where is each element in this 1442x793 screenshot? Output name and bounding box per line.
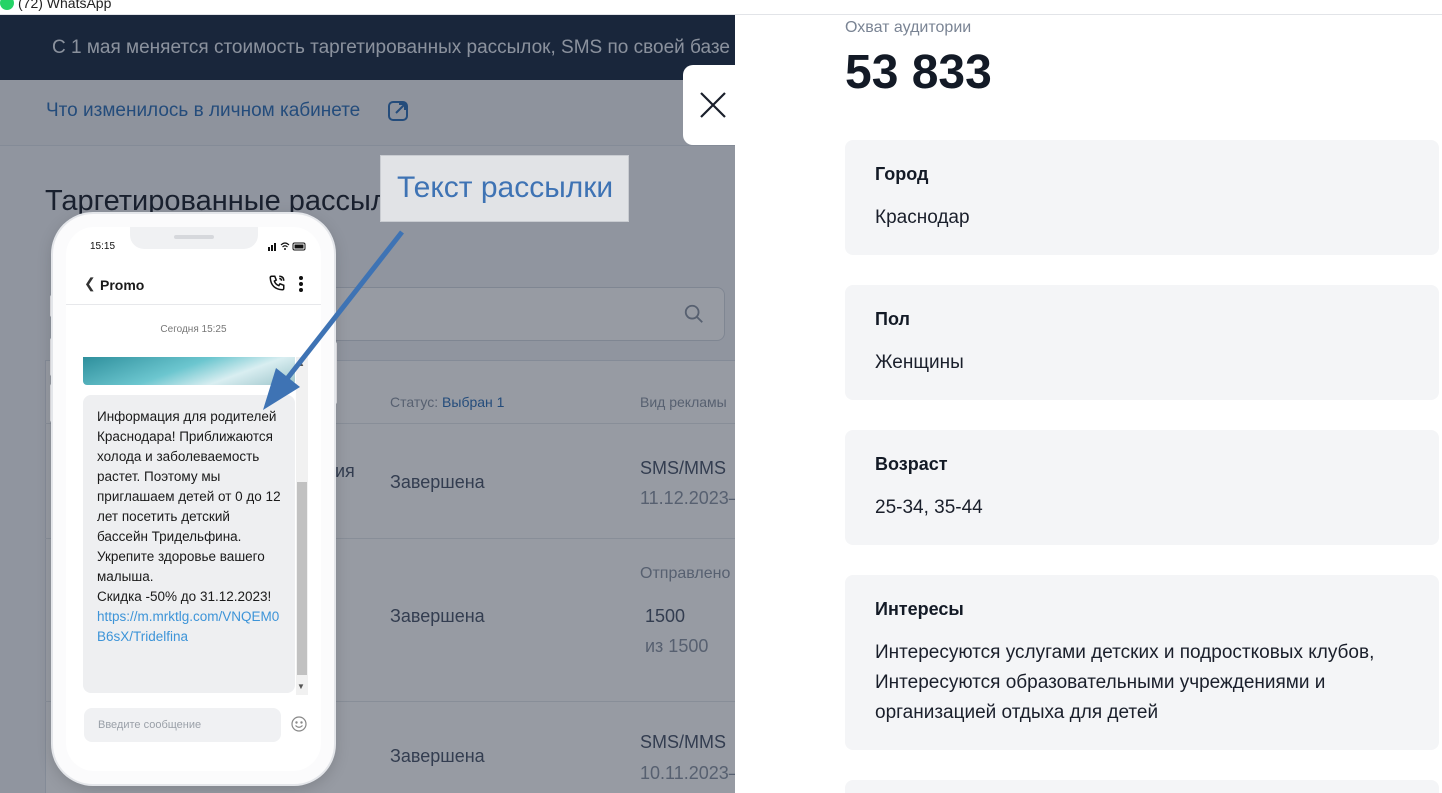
close-icon — [700, 92, 726, 118]
callout-text: Текст рассылки — [397, 171, 614, 204]
card-label: Интересы — [875, 599, 964, 619]
card-label: Пол — [875, 309, 910, 329]
scrollbar-thumb[interactable] — [297, 482, 307, 675]
phone-screen: 15:15 ❮ Promo Сегодня 15:25 Информация д… — [66, 227, 321, 771]
chat-header: ❮ Promo — [66, 265, 321, 305]
callout-box: Текст рассылки — [380, 155, 629, 222]
city-card: Город Краснодар — [845, 140, 1439, 255]
card-value: 25-34, 35-44 — [875, 497, 983, 518]
message-link[interactable]: https://m.mrktlg.com/VNQEM0B6sX/Tridelfi… — [97, 607, 281, 647]
interests-card: Интересы Интересуются услугами детских и… — [845, 575, 1439, 750]
browser-tab-strip: (72) WhatsApp — [0, 0, 1442, 15]
phone-speaker — [174, 235, 214, 239]
emoji-icon[interactable] — [291, 716, 307, 732]
card-label: Город — [875, 164, 929, 184]
close-drawer-button[interactable] — [683, 65, 743, 145]
card-label: Возраст — [875, 454, 948, 474]
message-text: Информация для родителей Краснодара! При… — [97, 409, 281, 604]
next-card — [845, 780, 1439, 793]
status-bar-icons — [268, 242, 306, 251]
reach-value: 53 833 — [845, 46, 992, 99]
scroll-up-icon[interactable]: ▲ — [297, 359, 305, 368]
message-bubble: Информация для родителей Краснодара! При… — [83, 395, 295, 693]
age-card: Возраст 25-34, 35-44 — [845, 430, 1439, 545]
mms-image — [83, 357, 295, 385]
card-value: Интересуются услугами детских и подростк… — [875, 642, 1375, 723]
date-separator: Сегодня 15:25 — [160, 324, 227, 335]
message-input[interactable]: Введите сообщение — [84, 708, 281, 742]
card-value: Краснодар — [875, 207, 970, 228]
card-value: Женщины — [875, 352, 964, 373]
whatsapp-icon — [0, 0, 14, 10]
reach-label: Охват аудитории — [845, 19, 972, 36]
message-thread[interactable]: Информация для родителей Краснодара! При… — [83, 357, 312, 695]
scroll-down-icon[interactable]: ▼ — [297, 682, 305, 691]
phone-mockup: 15:15 ❮ Promo Сегодня 15:25 Информация д… — [53, 214, 334, 784]
browser-tab[interactable]: (72) WhatsApp — [0, 0, 111, 11]
gender-card: Пол Женщины — [845, 285, 1439, 400]
back-icon[interactable]: ❮ — [84, 275, 96, 292]
audience-drawer: Охват аудитории 53 833 Город Краснодар П… — [735, 15, 1442, 793]
chat-name: Promo — [100, 277, 145, 293]
status-bar-time: 15:15 — [90, 241, 116, 252]
browser-tab-title: (72) WhatsApp — [18, 0, 112, 11]
call-icon[interactable] — [268, 274, 286, 292]
more-options-icon[interactable] — [298, 275, 304, 293]
